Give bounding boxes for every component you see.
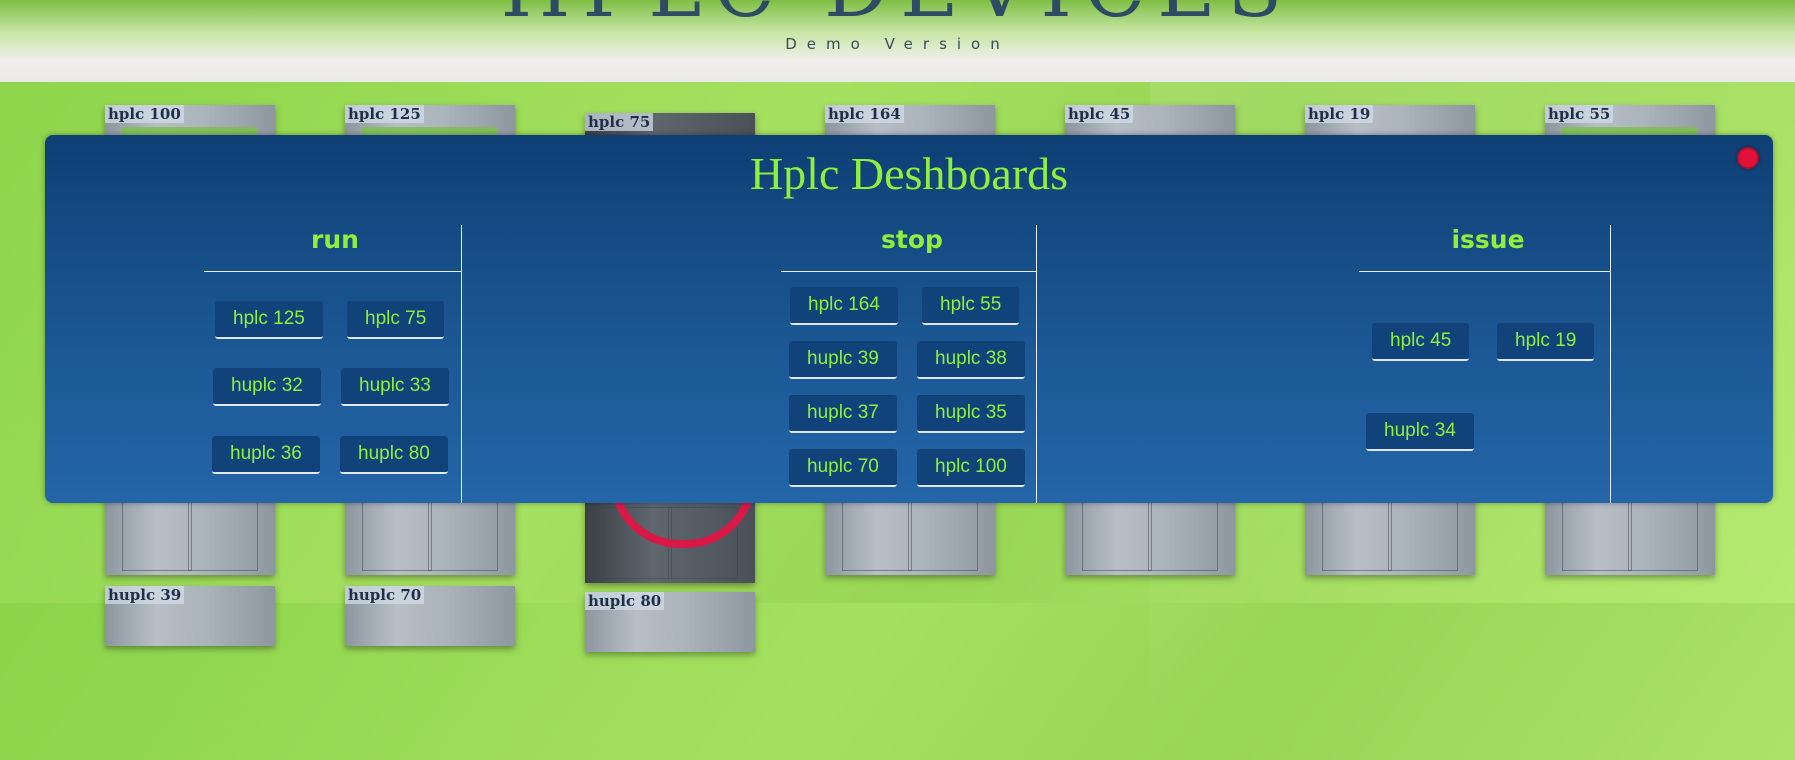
device-button[interactable]: huplc 36 xyxy=(212,436,320,474)
device-button[interactable]: hplc 19 xyxy=(1497,323,1595,361)
device-label: hplc 100 xyxy=(105,105,184,123)
device-button[interactable]: hplc 100 xyxy=(917,449,1025,487)
column-divider xyxy=(1359,271,1611,272)
device-button[interactable]: huplc 38 xyxy=(917,341,1025,379)
device-panel xyxy=(1562,127,1698,135)
device-label: huplc 39 xyxy=(105,586,185,604)
device-door xyxy=(1388,499,1458,571)
app-header: HPLC DEVICES Demo Version xyxy=(0,0,1795,82)
device-button[interactable]: huplc 32 xyxy=(213,368,321,406)
device-button[interactable]: huplc 34 xyxy=(1366,413,1474,451)
device-button[interactable]: huplc 70 xyxy=(789,449,897,487)
device-button[interactable]: huplc 37 xyxy=(789,395,897,433)
column-heading-run: run xyxy=(311,225,359,254)
device-button[interactable]: huplc 39 xyxy=(789,341,897,379)
column-separator xyxy=(1610,225,1611,503)
device-card[interactable]: huplc 80 xyxy=(585,592,755,652)
device-button[interactable]: hplc 75 xyxy=(347,301,445,339)
device-label: hplc 45 xyxy=(1065,105,1134,123)
column-divider xyxy=(204,271,462,272)
device-card[interactable]: huplc 70 xyxy=(345,586,515,646)
device-button[interactable]: huplc 80 xyxy=(340,436,448,474)
column-divider xyxy=(781,271,1037,272)
device-door xyxy=(188,499,258,571)
column-separator xyxy=(1036,225,1037,503)
close-icon[interactable] xyxy=(1737,147,1759,169)
device-door xyxy=(908,499,978,571)
device-door xyxy=(362,499,432,571)
device-label: hplc 164 xyxy=(825,105,904,123)
column-heading-issue: issue xyxy=(1451,225,1525,254)
device-button[interactable]: hplc 55 xyxy=(922,287,1020,325)
device-label: hplc 19 xyxy=(1305,105,1374,123)
device-panel xyxy=(122,127,258,135)
device-door xyxy=(1562,499,1632,571)
device-button[interactable]: hplc 45 xyxy=(1372,323,1470,361)
column-heading-stop: stop xyxy=(881,225,943,254)
device-door xyxy=(1148,499,1218,571)
device-label: hplc 55 xyxy=(1545,105,1614,123)
device-door xyxy=(1322,499,1392,571)
device-panel xyxy=(362,127,498,135)
device-door xyxy=(428,499,498,571)
page-subtitle: Demo Version xyxy=(785,35,1010,53)
device-button[interactable]: huplc 33 xyxy=(341,368,449,406)
device-label: huplc 80 xyxy=(585,592,665,610)
device-label: hplc 125 xyxy=(345,105,424,123)
device-button[interactable]: hplc 164 xyxy=(790,287,898,325)
device-label: hplc 75 xyxy=(585,113,654,131)
device-door xyxy=(1082,499,1152,571)
device-button[interactable]: hplc 125 xyxy=(215,301,323,339)
device-button[interactable]: huplc 35 xyxy=(917,395,1025,433)
device-label: huplc 70 xyxy=(345,586,425,604)
device-door xyxy=(1628,499,1698,571)
column-separator xyxy=(461,225,462,503)
device-card[interactable]: huplc 39 xyxy=(105,586,275,646)
modal-title: Hplc Deshboards xyxy=(749,148,1069,199)
device-door xyxy=(122,499,192,571)
device-door xyxy=(842,499,912,571)
dashboard-modal: Hplc Deshboards run hplc 125 hplc 75 hup… xyxy=(45,135,1773,503)
page-title: HPLC DEVICES xyxy=(0,0,1795,35)
